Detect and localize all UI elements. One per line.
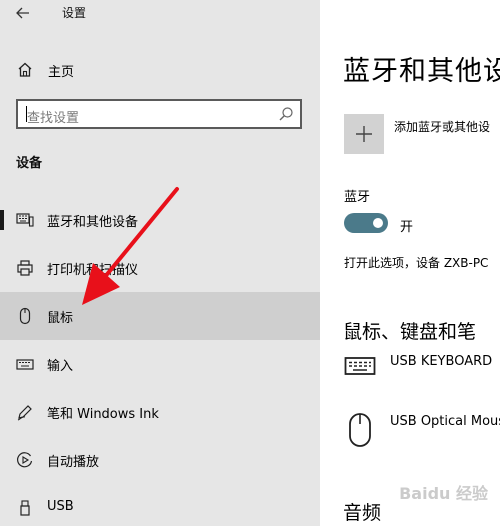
sidebar-item-typing[interactable]: 输入	[0, 340, 320, 388]
page-title: 蓝牙和其他设	[343, 56, 500, 87]
add-device-label[interactable]: 添加蓝牙或其他设	[394, 118, 490, 135]
bluetooth-devices-icon	[16, 213, 34, 227]
sidebar-item-label: 主页	[48, 65, 75, 80]
sidebar-item-label: 输入	[47, 359, 74, 374]
group-heading: 鼠标、键盘和笔	[343, 321, 477, 343]
main-content: 蓝牙和其他设 添加蓝牙或其他设 蓝牙 开 打开此选项，设备 ZXB-PC 鼠标、…	[320, 0, 500, 526]
back-button[interactable]	[10, 2, 36, 24]
bluetooth-state: 开	[400, 220, 414, 235]
window-title: 设置	[62, 6, 87, 20]
sidebar-item-label: 蓝牙和其他设备	[47, 215, 139, 230]
sidebar-item-label: USB	[47, 499, 74, 514]
discoverable-text: 打开此选项，设备 ZXB-PC	[344, 256, 489, 270]
sidebar-item-label: 打印机和扫描仪	[47, 263, 139, 278]
selection-indicator	[0, 210, 4, 230]
plus-icon	[356, 126, 372, 142]
sidebar-item-mouse[interactable]: 鼠标	[0, 292, 320, 340]
usb-icon	[20, 500, 30, 516]
sidebar-item-pen[interactable]: 笔和 Windows Ink	[0, 388, 320, 436]
title-bar: 设置	[0, 0, 320, 28]
printer-icon	[17, 260, 33, 276]
sidebar-item-usb[interactable]: USB	[0, 484, 320, 526]
sidebar: 设置 主页 查找设置 设备 蓝牙和其他设备 打印机和扫描仪 鼠标 输入 笔和 W…	[0, 0, 320, 526]
device-name: USB KEYBOARD	[390, 354, 493, 369]
toggle-knob	[373, 218, 383, 228]
sidebar-item-printers[interactable]: 打印机和扫描仪	[0, 244, 320, 292]
home-icon	[18, 62, 32, 77]
bluetooth-label: 蓝牙	[344, 190, 371, 205]
audio-heading: 音频	[343, 502, 382, 524]
search-icon	[279, 107, 293, 121]
add-device-button[interactable]	[344, 114, 384, 154]
section-title: 设备	[16, 156, 43, 171]
mouse-icon	[19, 307, 31, 325]
back-arrow-icon	[16, 7, 29, 19]
device-mouse[interactable]: USB Optical Mous	[344, 412, 500, 462]
sidebar-item-home[interactable]: 主页	[0, 54, 320, 86]
keyboard-icon	[16, 359, 34, 370]
search-input[interactable]: 查找设置	[16, 99, 302, 129]
device-keyboard[interactable]: USB KEYBOARD	[344, 352, 500, 402]
keyboard-icon	[344, 357, 376, 375]
sidebar-item-bluetooth[interactable]: 蓝牙和其他设备	[0, 196, 320, 244]
sidebar-item-autoplay[interactable]: 自动播放	[0, 436, 320, 484]
sidebar-item-label: 笔和 Windows Ink	[47, 407, 159, 422]
device-name: USB Optical Mous	[390, 414, 500, 429]
sidebar-item-label: 自动播放	[47, 455, 100, 470]
pen-icon	[17, 405, 32, 421]
mouse-icon	[349, 413, 371, 447]
sidebar-item-label: 鼠标	[47, 311, 74, 326]
autoplay-icon	[17, 452, 33, 468]
search-placeholder: 查找设置	[27, 111, 80, 126]
bluetooth-toggle[interactable]	[344, 213, 388, 233]
